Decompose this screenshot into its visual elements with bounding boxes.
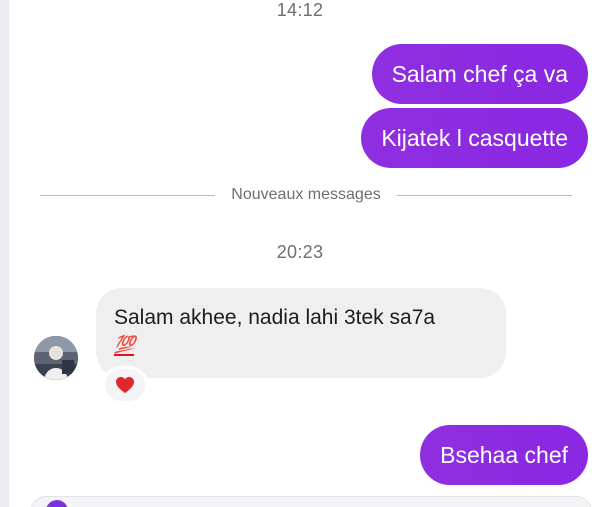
- message-text: Bsehaa chef: [440, 442, 568, 468]
- new-messages-divider: Nouveaux messages: [40, 184, 573, 206]
- avatar-photo: [34, 336, 78, 380]
- outgoing-message-bubble[interactable]: Salam chef ça va: [371, 44, 588, 104]
- divider-line-right: [396, 194, 573, 196]
- reaction-badge[interactable]: [102, 366, 148, 404]
- avatar[interactable]: [34, 336, 78, 380]
- divider-line-left: [40, 194, 216, 196]
- timestamp-top: 14:12: [276, 0, 324, 20]
- hundred-points-emoji: 💯: [114, 335, 135, 356]
- message-text: Kijatek l casquette: [381, 125, 568, 151]
- outgoing-message-bubble[interactable]: Kijatek l casquette: [361, 108, 588, 168]
- outgoing-message-bubble[interactable]: Bsehaa chef: [420, 425, 588, 485]
- message-text: Salam akhee, nadia lahi 3tek sa7a: [114, 306, 436, 329]
- chat-screen: 14:12 Salam chef ça va Kijatek l casquet…: [0, 0, 600, 507]
- heart-icon: [116, 376, 134, 394]
- message-text: Salam chef ça va: [391, 61, 568, 87]
- message-composer[interactable]: [30, 496, 592, 507]
- incoming-message-bubble[interactable]: Salam akhee, nadia lahi 3tek sa7a 💯: [96, 288, 506, 378]
- divider-label: Nouveaux messages: [231, 186, 381, 203]
- timestamp-middle: 20:23: [276, 242, 324, 262]
